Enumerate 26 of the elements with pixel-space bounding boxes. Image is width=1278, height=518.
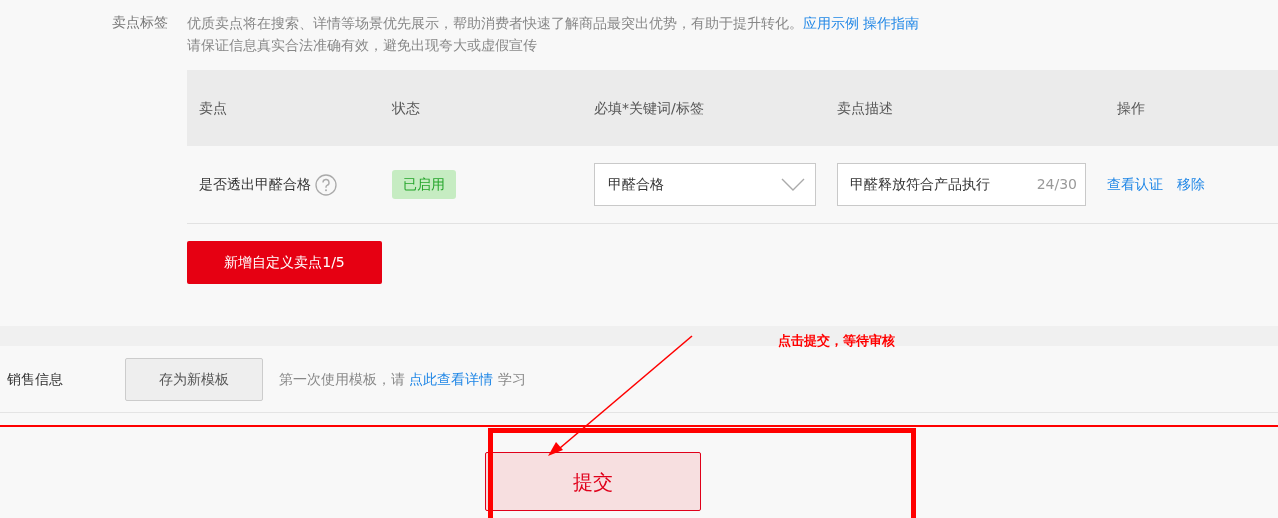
column-header: 卖点描述 bbox=[837, 99, 893, 116]
chevron-down-icon bbox=[781, 177, 805, 192]
description-text: 优质卖点将在搜索、详情等场景优先展示，帮助消费者快速了解商品最突出优势，有助于提升转化。应用示例 操作指南 bbox=[187, 14, 920, 33]
details-link[interactable]: 点此查看详情 bbox=[409, 370, 494, 387]
column-header: 卖点 bbox=[199, 99, 227, 116]
submit-button[interactable]: 提交 bbox=[485, 452, 701, 511]
section-label: 销售信息 bbox=[7, 369, 64, 389]
annotation-text: 点击提交，等待审核 bbox=[778, 332, 895, 350]
field-label: 卖点标签 bbox=[112, 13, 169, 32]
action-link[interactable]: 移除 bbox=[1177, 174, 1205, 195]
keyword-dropdown[interactable]: 甲醛合格 bbox=[594, 163, 816, 206]
column-header: 必填*关键词/标签 bbox=[594, 99, 704, 116]
note-text: 请保证信息真实合法准确有效，避免出现夸大或虚假宣传 bbox=[187, 36, 538, 55]
save-template-button[interactable]: 存为新模板 bbox=[125, 357, 263, 401]
help-link[interactable]: 应用示例 bbox=[803, 15, 859, 31]
description-input[interactable]: 甲醛释放符合产品执行 24/30 bbox=[837, 163, 1086, 206]
selling-point-name: 是否透出甲醛合格 bbox=[199, 175, 311, 194]
hint-text: 第一次使用模板，请 点此查看详情 学习 bbox=[279, 369, 526, 389]
help-icon[interactable] bbox=[315, 173, 337, 196]
add-selling-point-button[interactable]: 新增自定义卖点1/5 bbox=[187, 241, 382, 284]
character-counter: 24/30 bbox=[1036, 175, 1077, 194]
status-badge: 已启用 bbox=[392, 170, 456, 199]
column-header: 状态 bbox=[392, 99, 420, 116]
column-header: 操作 bbox=[1117, 99, 1145, 116]
help-link[interactable]: 操作指南 bbox=[863, 15, 920, 31]
action-link[interactable]: 查看认证 bbox=[1107, 174, 1163, 195]
